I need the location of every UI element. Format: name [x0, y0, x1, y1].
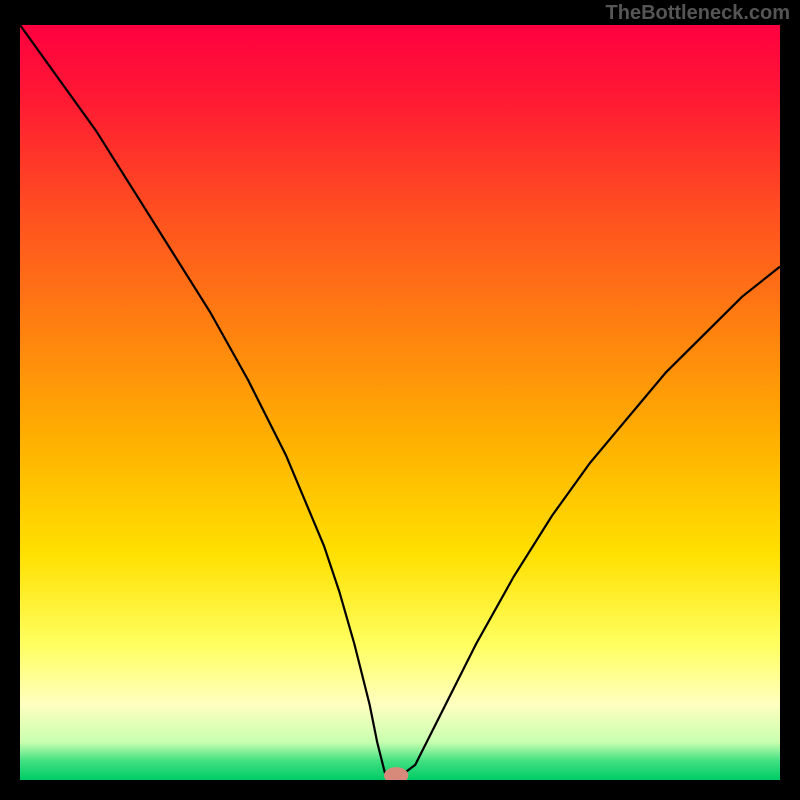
plot-area [20, 25, 780, 780]
chart-frame: TheBottleneck.com [0, 0, 800, 800]
gradient-background [20, 25, 780, 780]
chart-svg [20, 25, 780, 780]
watermark-text: TheBottleneck.com [606, 2, 790, 25]
